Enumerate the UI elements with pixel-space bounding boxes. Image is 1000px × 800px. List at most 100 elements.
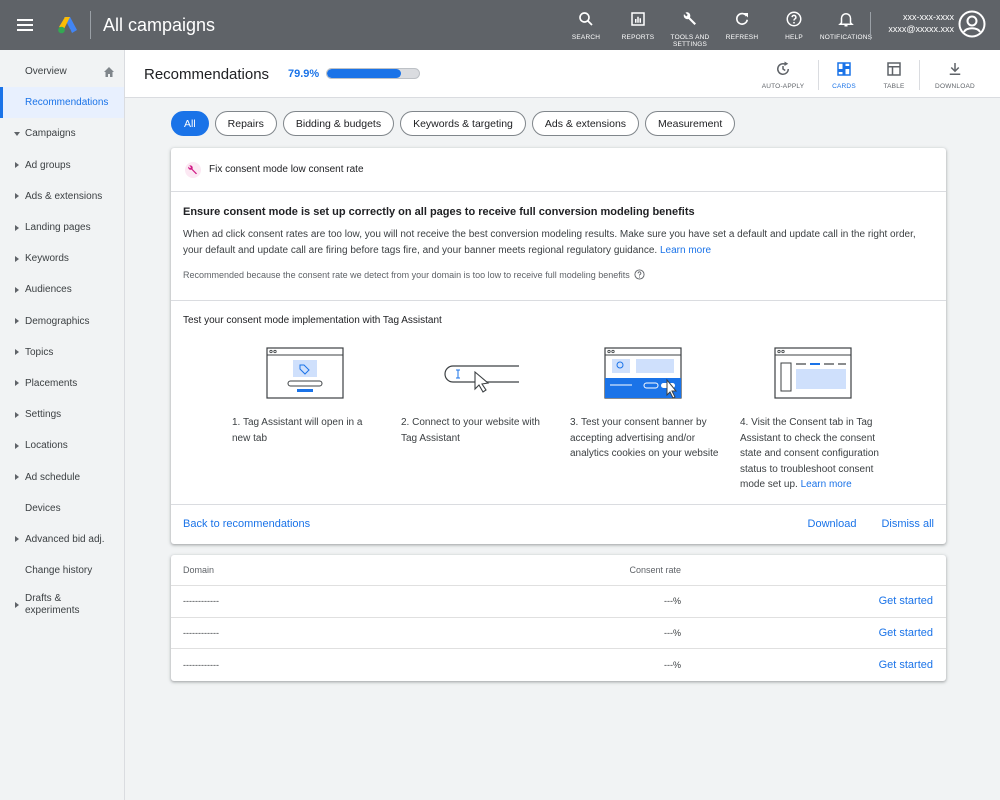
sidebar-item-ad-schedule[interactable]: Ad schedule bbox=[0, 461, 124, 492]
help-label: HELP bbox=[785, 34, 803, 41]
cards-view-button[interactable]: CARDS bbox=[819, 50, 869, 98]
chip-bidding-budgets[interactable]: Bidding & budgets bbox=[282, 111, 395, 136]
card-description: When ad click consent rates are too low,… bbox=[183, 227, 934, 258]
sidebar-item-drafts-experiments[interactable]: Drafts & experiments bbox=[0, 586, 124, 624]
menu-icon[interactable] bbox=[0, 0, 50, 50]
step-3-text: 3. Test your consent banner by accepting… bbox=[570, 417, 719, 459]
chip-measurement[interactable]: Measurement bbox=[645, 111, 736, 136]
home-icon bbox=[104, 66, 114, 77]
tools-and-settings-button[interactable]: TOOLS AND SETTINGS bbox=[664, 0, 716, 50]
sidebar-item-settings[interactable]: Settings bbox=[0, 399, 124, 430]
refresh-button[interactable]: REFRESH bbox=[716, 0, 768, 50]
cards-label: CARDS bbox=[832, 83, 856, 90]
sidebar-item-topics[interactable]: Topics bbox=[0, 337, 124, 368]
chevron-right-icon bbox=[15, 286, 19, 293]
category-filter-chips: All Repairs Bidding & budgets Keywords &… bbox=[171, 111, 736, 136]
chip-keywords-targeting[interactable]: Keywords & targeting bbox=[400, 111, 526, 136]
step-4-text: 4. Visit the Consent tab in Tag Assistan… bbox=[740, 415, 890, 493]
account-id: xxx-xxx-xxxx bbox=[903, 12, 954, 22]
sidebar-item-overview[interactable]: Overview bbox=[0, 56, 124, 87]
sidebar-item-label: Demographics bbox=[25, 315, 90, 327]
sidebar-item-campaigns[interactable]: Campaigns bbox=[0, 118, 124, 149]
chip-ads-extensions[interactable]: Ads & extensions bbox=[531, 111, 640, 136]
connect-website-illustration-icon bbox=[444, 365, 519, 393]
reports-button[interactable]: REPORTS bbox=[612, 0, 664, 50]
sidebar-item-demographics[interactable]: Demographics bbox=[0, 306, 124, 337]
chevron-right-icon bbox=[15, 349, 19, 356]
get-started-link[interactable]: Get started bbox=[879, 627, 933, 639]
chevron-right-icon bbox=[15, 602, 19, 609]
domain-column-header[interactable]: Domain bbox=[183, 565, 214, 575]
page-title: Recommendations bbox=[144, 66, 270, 83]
sidebar-item-locations[interactable]: Locations bbox=[0, 430, 124, 461]
sidebar-item-placements[interactable]: Placements bbox=[0, 368, 124, 399]
notifications-label: NOTIFICATIONS bbox=[819, 34, 873, 41]
chevron-right-icon bbox=[15, 193, 19, 200]
sidebar-item-keywords[interactable]: Keywords bbox=[0, 243, 124, 274]
chevron-right-icon bbox=[15, 474, 19, 481]
chip-all[interactable]: All bbox=[171, 111, 209, 136]
recommendation-card: Fix consent mode low consent rate Ensure… bbox=[171, 148, 946, 544]
sidebar-item-label: Landing pages bbox=[25, 222, 91, 234]
sidebar-item-change-history[interactable]: Change history bbox=[0, 555, 124, 586]
new-tab-illustration-icon bbox=[266, 347, 344, 399]
step-2-text: 2. Connect to your website with Tag Assi… bbox=[401, 417, 540, 444]
search-button[interactable]: SEARCH bbox=[560, 0, 612, 50]
domain-cell: ------------ bbox=[183, 627, 219, 638]
table-view-button[interactable]: TABLE bbox=[869, 50, 919, 98]
download-icon bbox=[949, 63, 961, 75]
consent-rate-table: Domain Consent rate ------------ ---% Ge… bbox=[171, 555, 946, 681]
download-button[interactable]: DOWNLOAD bbox=[920, 50, 990, 98]
dismiss-all-link[interactable]: Dismiss all bbox=[881, 518, 934, 530]
sidebar-item-advanced-bid-adj[interactable]: Advanced bid adj. bbox=[0, 524, 124, 555]
back-to-recommendations-link[interactable]: Back to recommendations bbox=[183, 518, 310, 530]
help-icon bbox=[786, 11, 802, 27]
table-row: ------------ ---% Get started bbox=[171, 586, 946, 618]
learn-more-link[interactable]: Learn more bbox=[660, 245, 711, 256]
chip-repairs[interactable]: Repairs bbox=[214, 111, 277, 136]
auto-apply-label: AUTO-APPLY bbox=[761, 83, 805, 90]
refresh-label: REFRESH bbox=[725, 34, 759, 41]
tools-label: TOOLS AND SETTINGS bbox=[670, 34, 710, 48]
domain-cell: ------------ bbox=[183, 596, 219, 607]
get-started-link[interactable]: Get started bbox=[879, 659, 933, 671]
chevron-right-icon bbox=[15, 255, 19, 262]
help-icon[interactable] bbox=[634, 269, 645, 280]
sidebar-item-label: Keywords bbox=[25, 253, 69, 265]
sidebar-item-label: Audiences bbox=[25, 284, 72, 296]
sidebar-item-audiences[interactable]: Audiences bbox=[0, 274, 124, 305]
search-icon bbox=[579, 12, 593, 26]
account-info[interactable]: xxx-xxx-xxxx xxxx@xxxxx.xxx bbox=[880, 11, 954, 35]
app-title: All campaigns bbox=[103, 14, 216, 35]
get-started-link[interactable]: Get started bbox=[879, 595, 933, 607]
recommendation-reason: Recommended because the consent rate we … bbox=[183, 269, 934, 280]
sidebar-item-ads-extensions[interactable]: Ads & extensions bbox=[0, 181, 124, 212]
card-headline: Ensure consent mode is set up correctly … bbox=[183, 206, 695, 218]
optimization-score[interactable]: 79.9% bbox=[288, 68, 319, 80]
sidebar-item-ad-groups[interactable]: Ad groups bbox=[0, 150, 124, 181]
step-4-learn-more-link[interactable]: Learn more bbox=[801, 479, 852, 490]
avatar-icon[interactable] bbox=[958, 10, 986, 38]
chevron-right-icon bbox=[15, 224, 19, 231]
consent-rate-column-header[interactable]: Consent rate bbox=[629, 565, 681, 575]
steps-title: Test your consent mode implementation wi… bbox=[183, 315, 442, 326]
optimization-score-fill bbox=[327, 69, 401, 78]
download-link[interactable]: Download bbox=[808, 518, 857, 530]
sidebar-item-label: Change history bbox=[25, 565, 93, 577]
google-ads-logo[interactable] bbox=[50, 0, 86, 50]
sidebar-item-recommendations[interactable]: Recommendations bbox=[0, 87, 124, 119]
sidebar-item-landing-pages[interactable]: Landing pages bbox=[0, 212, 124, 243]
help-button[interactable]: HELP bbox=[768, 0, 820, 50]
sidebar-item-label: Advanced bid adj. bbox=[25, 533, 105, 545]
card-summary: Ensure consent mode is set up correctly … bbox=[171, 192, 946, 301]
bell-icon bbox=[838, 13, 854, 27]
consent-tab-illustration-icon bbox=[774, 347, 852, 399]
auto-apply-button[interactable]: AUTO-APPLY bbox=[748, 50, 818, 98]
reports-label: REPORTS bbox=[621, 34, 655, 41]
sidebar-item-label: Locations bbox=[25, 440, 68, 452]
notifications-button[interactable]: NOTIFICATIONS bbox=[820, 0, 872, 50]
sidebar-item-devices[interactable]: Devices bbox=[0, 493, 124, 524]
tag-assistant-steps: Test your consent mode implementation wi… bbox=[171, 301, 946, 505]
chevron-right-icon bbox=[15, 318, 19, 325]
chevron-right-icon bbox=[15, 162, 19, 169]
